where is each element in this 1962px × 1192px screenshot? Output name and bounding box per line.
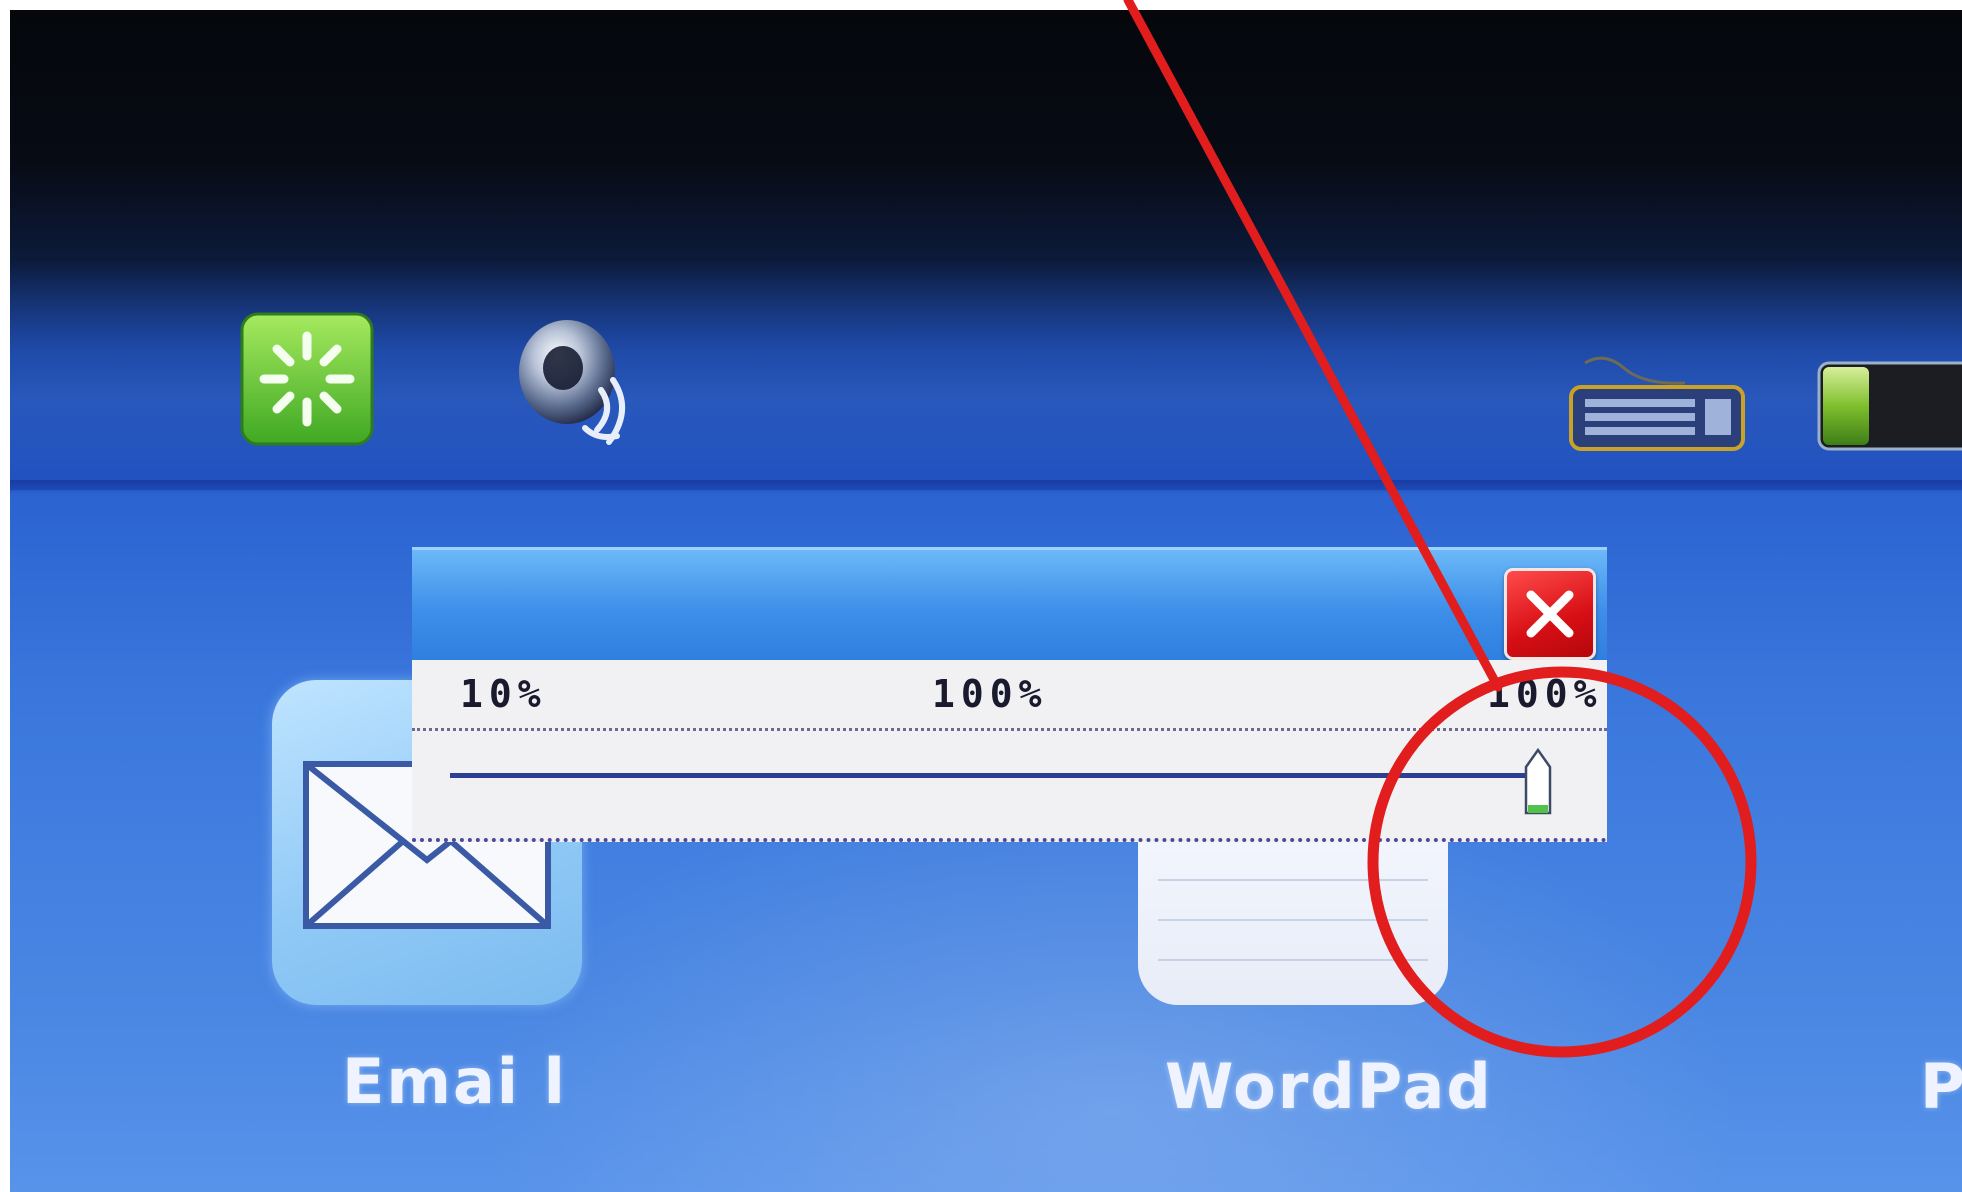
- close-icon: [1526, 590, 1574, 638]
- slider-thumb[interactable]: [1524, 747, 1552, 817]
- scale-min-label: 10%: [460, 672, 547, 716]
- current-value-label: 100%: [1487, 672, 1603, 716]
- refresh-icon[interactable]: [238, 310, 376, 448]
- email-app-label[interactable]: Emai l: [342, 1045, 567, 1118]
- brightness-slider[interactable]: [450, 747, 1552, 815]
- close-button[interactable]: [1504, 568, 1596, 660]
- slider-fill: [450, 773, 1538, 778]
- scale-max-label: 100%: [932, 672, 1048, 716]
- wordpad-app-label[interactable]: WordPad: [1165, 1050, 1493, 1123]
- keyboard-icon[interactable]: [1565, 355, 1750, 455]
- slider-panel: 10% 100% 100%: [412, 660, 1607, 842]
- status-bar-edge: [10, 480, 1962, 494]
- brightness-dialog: 10% 100% 100%: [412, 547, 1607, 842]
- battery-icon: [1815, 355, 1962, 455]
- scale-divider: [412, 728, 1607, 731]
- dialog-titlebar: [412, 547, 1607, 660]
- third-app-label[interactable]: P: [1920, 1050, 1962, 1123]
- speaker-icon[interactable]: [505, 310, 655, 460]
